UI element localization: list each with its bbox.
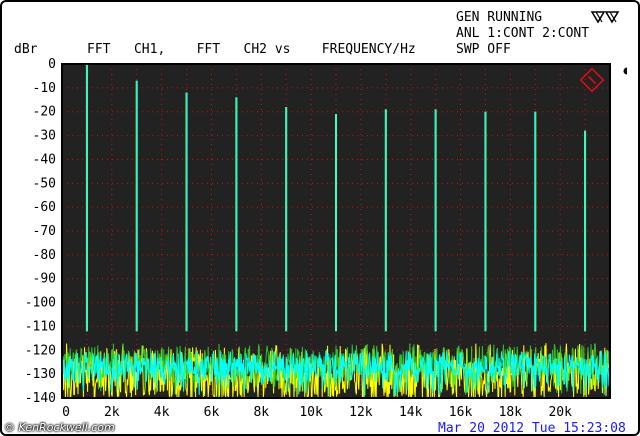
timestamp: Mar 20 2012 Tue 15:23:08 xyxy=(438,421,626,436)
credit-watermark: © KenRockwell.com xyxy=(4,421,115,434)
y-tick-label: -130 xyxy=(25,367,56,382)
y-tick-label: -140 xyxy=(25,391,56,406)
y-tick-label: -40 xyxy=(33,152,56,167)
x-tick-label: 10k xyxy=(299,405,323,420)
x-tick-label: 6k xyxy=(204,405,220,420)
y-tick-label: -120 xyxy=(25,343,56,358)
y-tick-label: -110 xyxy=(25,319,56,334)
x-tick-label: 8k xyxy=(253,405,269,420)
x-tick-label: 14k xyxy=(399,405,423,420)
x-tick-label: 20k xyxy=(548,405,572,420)
x-tick-label: 2k xyxy=(104,405,120,420)
x-tick-label: 12k xyxy=(349,405,373,420)
y-tick-label: -50 xyxy=(33,176,56,191)
x-tick-label: 4k xyxy=(154,405,170,420)
x-tick-label: 18k xyxy=(499,405,523,420)
y-tick-label: -30 xyxy=(33,129,56,144)
y-tick-label: -70 xyxy=(33,224,56,239)
y-tick-label: 0 xyxy=(48,57,56,72)
y-tick-label: -10 xyxy=(33,81,56,96)
fft-plot: 0 -10 -20 -30 -40 -50 -60 -70 -80 -90 -100 -110 -120… xyxy=(25,57,611,420)
y-tick-label: -90 xyxy=(33,272,56,287)
y-tick-label: -20 xyxy=(33,105,56,120)
x-tick-label: 0 xyxy=(62,405,70,420)
x-tick-label: 16k xyxy=(449,405,473,420)
y-tick-label: -80 xyxy=(33,248,56,263)
y-tick-label: -100 xyxy=(25,296,56,311)
y-tick-label: -60 xyxy=(33,200,56,215)
